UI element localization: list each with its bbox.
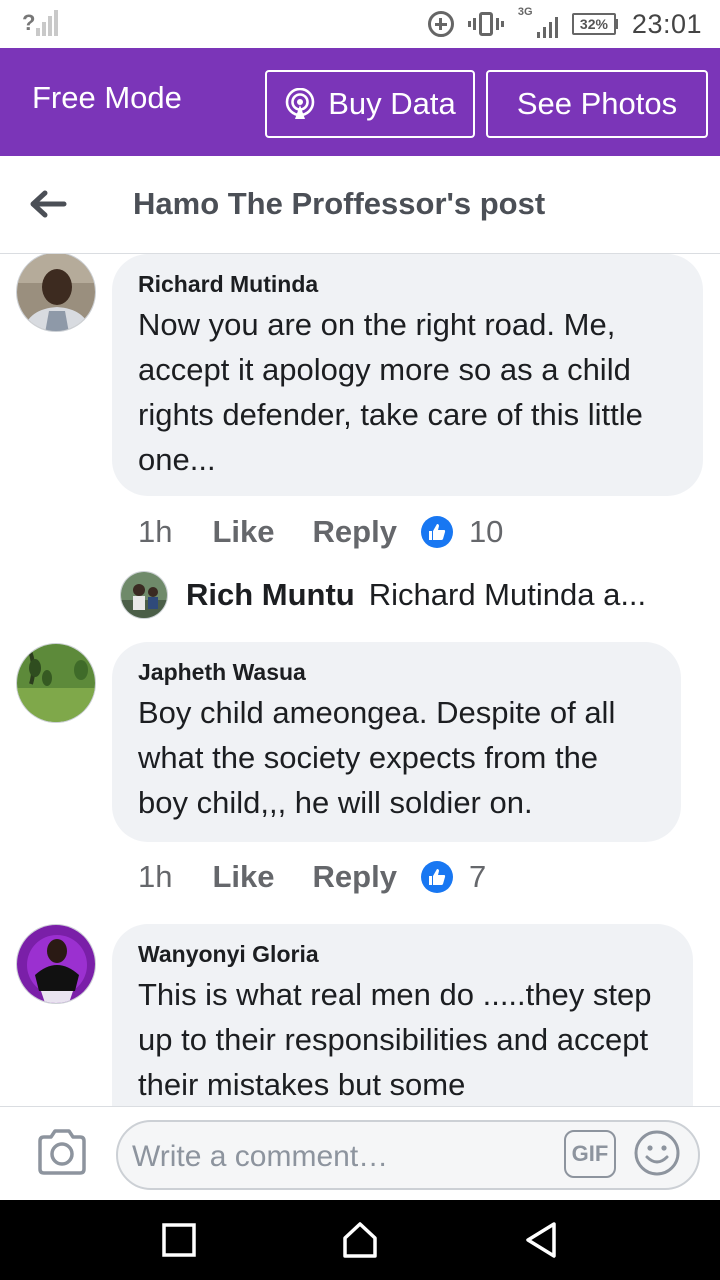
- free-mode-label: Free Mode: [32, 80, 182, 115]
- camera-icon[interactable]: [36, 1129, 88, 1175]
- signal-strength-icon: [36, 8, 59, 36]
- comment-bubble[interactable]: Richard Mutinda Now you are on the right…: [112, 254, 703, 496]
- like-button[interactable]: Like: [212, 514, 274, 550]
- battery-icon: 32%: [571, 13, 618, 35]
- back-icon[interactable]: [520, 1218, 564, 1262]
- comment-input[interactable]: Write a comment… GIF: [116, 1120, 700, 1190]
- back-arrow-icon[interactable]: [28, 186, 68, 222]
- reply-preview[interactable]: Rich Muntu Richard Mutinda a...: [120, 570, 690, 620]
- network-type: 3G: [517, 6, 533, 18]
- like-button[interactable]: Like: [212, 859, 274, 895]
- reply-text: Richard Mutinda a...: [368, 577, 647, 612]
- comment-bubble[interactable]: Wanyonyi Gloria This is what real men do…: [112, 924, 693, 1106]
- reaction-count[interactable]: 10: [469, 514, 503, 550]
- comment-time: 1h: [138, 859, 173, 894]
- recents-icon[interactable]: [157, 1218, 201, 1262]
- avatar: [120, 571, 168, 619]
- see-photos-label: See Photos: [516, 86, 678, 121]
- vibrate-icon: [467, 10, 504, 38]
- emoji-icon[interactable]: [632, 1128, 682, 1178]
- comment-actions: 1h Like Reply 10: [138, 512, 503, 552]
- gif-button[interactable]: GIF: [564, 1130, 616, 1178]
- thumbs-up-icon: [420, 861, 453, 893]
- data-saver-icon: [427, 11, 454, 37]
- comment-text: Now you are on the right road. Me, accep…: [138, 307, 643, 477]
- page-title: Hamo The Proffessor's post: [133, 186, 546, 221]
- avatar[interactable]: [16, 643, 96, 723]
- sim-signal: ?: [22, 8, 59, 36]
- home-icon[interactable]: [338, 1218, 382, 1262]
- comment-text: This is what real men do .....they step …: [138, 977, 652, 1102]
- see-photos-button[interactable]: See Photos: [486, 70, 708, 138]
- reaction-count[interactable]: 7: [469, 859, 486, 895]
- system-nav-bar: [0, 1200, 720, 1280]
- avatar[interactable]: [16, 254, 96, 332]
- no-sim-indicator: ?: [22, 10, 36, 35]
- clock: 23:01: [631, 8, 702, 39]
- post-header: Hamo The Proffessor's post: [0, 156, 720, 254]
- reply-author[interactable]: Rich Muntu: [186, 577, 355, 613]
- comment-author[interactable]: Japheth Wasua: [138, 658, 655, 686]
- thumbs-up-icon: [420, 516, 453, 548]
- cell-signal-icon: 3G: [517, 6, 558, 40]
- avatar[interactable]: [16, 924, 96, 1004]
- reply-button[interactable]: Reply: [313, 859, 397, 895]
- comment-composer: Write a comment… GIF: [0, 1106, 720, 1200]
- buy-data-label: Buy Data: [328, 86, 456, 121]
- comment-author[interactable]: Wanyonyi Gloria: [138, 940, 667, 968]
- status-bar: ? 3G 32% 23:01: [0, 0, 720, 48]
- comment-text: Boy child ameongea. Despite of all what …: [138, 695, 616, 820]
- broadcast-icon: [284, 87, 316, 120]
- reply-button[interactable]: Reply: [313, 514, 397, 550]
- comment-placeholder: Write a comment…: [132, 1140, 389, 1173]
- comments-list[interactable]: Richard Mutinda Now you are on the right…: [0, 254, 720, 1106]
- comment-bubble[interactable]: Japheth Wasua Boy child ameongea. Despit…: [112, 642, 681, 842]
- comment-time: 1h: [138, 514, 173, 549]
- comment-actions: 1h Like Reply 7: [138, 857, 486, 897]
- battery-percent: 32%: [571, 13, 616, 35]
- buy-data-button[interactable]: Buy Data: [265, 70, 475, 138]
- comment-author[interactable]: Richard Mutinda: [138, 270, 677, 298]
- free-mode-bar: Free Mode Buy Data See Photos: [0, 48, 720, 156]
